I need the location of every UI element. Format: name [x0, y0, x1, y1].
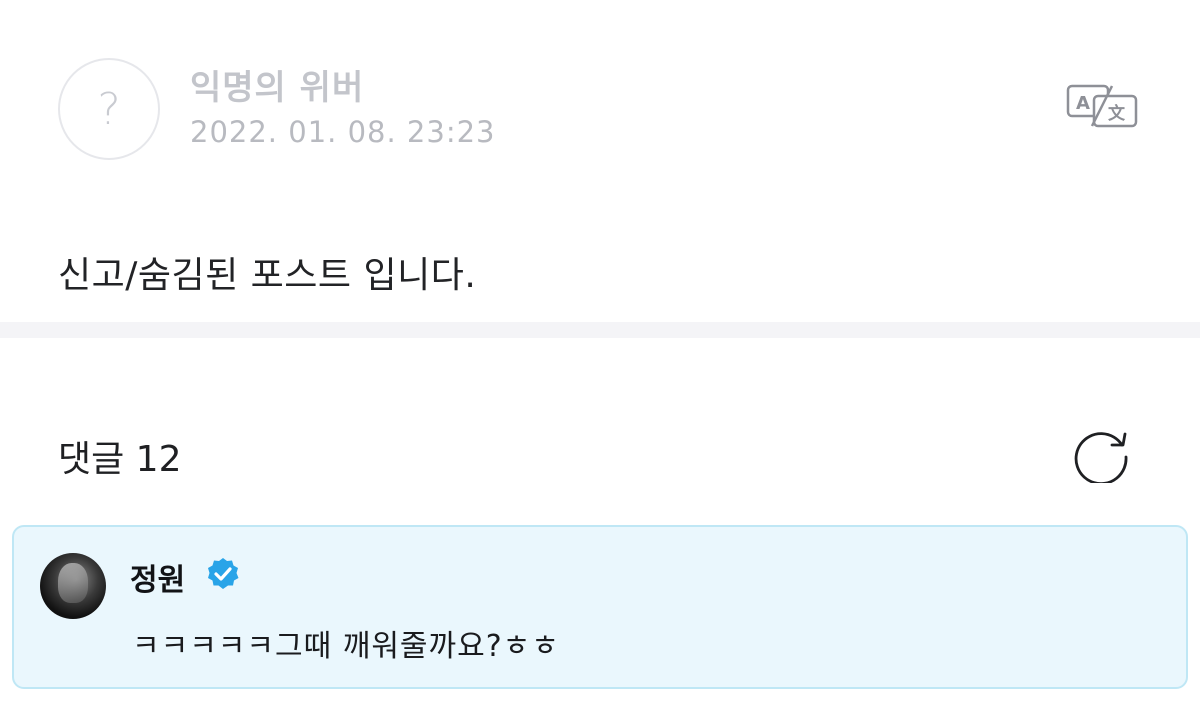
refresh-button[interactable]: [1070, 423, 1134, 486]
svg-text:文: 文: [1108, 103, 1126, 124]
post-header: ? 익명의 위버 2022. 01. 08. 23:23 A 文: [0, 0, 1200, 210]
comments-count-title: 댓글 12: [58, 439, 182, 480]
comment-author-name[interactable]: 정원: [130, 555, 185, 599]
svg-text:A: A: [1076, 93, 1090, 114]
comment-item[interactable]: 정원 ㅋㅋㅋㅋㅋ그때 깨워줄까요?ㅎㅎ: [12, 525, 1188, 689]
verified-badge-icon: [208, 558, 239, 589]
anonymous-avatar[interactable]: ?: [58, 58, 160, 160]
question-mark-icon: ?: [97, 83, 121, 135]
comment-text: ㅋㅋㅋㅋㅋ그때 깨워줄까요?ㅎㅎ: [132, 629, 560, 664]
translate-button[interactable]: A 文: [1062, 80, 1142, 130]
refresh-icon: [1074, 432, 1128, 486]
section-divider: [0, 322, 1200, 338]
commenter-avatar[interactable]: [40, 553, 106, 619]
post-body: 신고/숨김된 포스트 입니다.: [58, 255, 477, 296]
post-date: 2022. 01. 08. 23:23: [190, 115, 496, 149]
translate-icon: A 文: [1066, 84, 1138, 128]
post-author-name[interactable]: 익명의 위버: [190, 60, 364, 109]
